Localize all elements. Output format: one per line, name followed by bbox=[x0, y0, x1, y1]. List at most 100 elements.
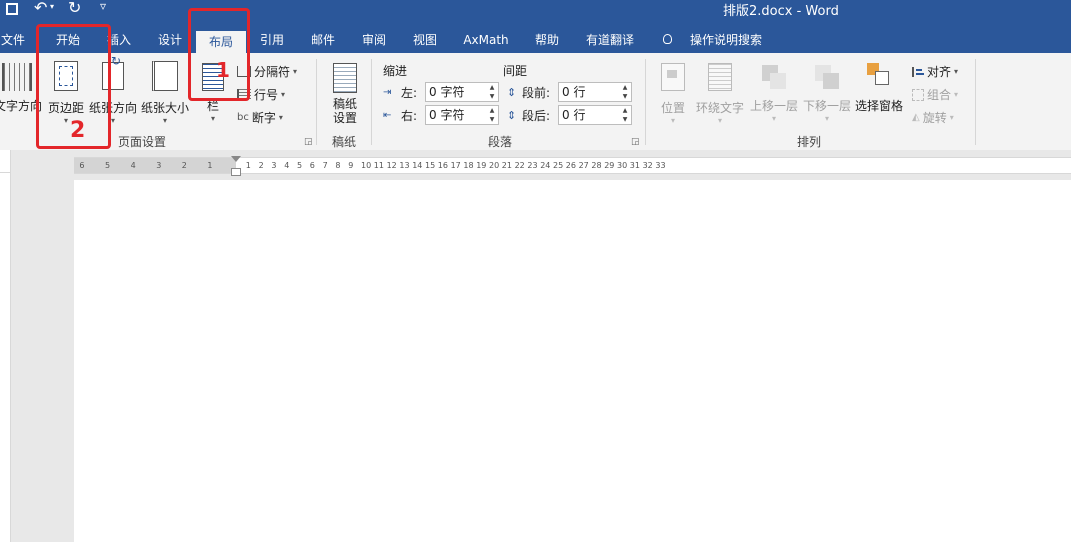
spacing-header: 间距 bbox=[503, 64, 528, 78]
group-separator bbox=[645, 59, 646, 145]
save-icon[interactable] bbox=[6, 3, 18, 15]
indent-right-spinner[interactable]: ▲ ▼ bbox=[487, 106, 497, 124]
wrap-text-button[interactable]: 环绕文字 ▾ bbox=[695, 55, 745, 125]
ruler-tick-label: 11 bbox=[373, 161, 384, 170]
ruler-tick-label: 15 bbox=[425, 161, 436, 170]
text-direction-button[interactable]: 文字方向 bbox=[0, 55, 43, 114]
document-canvas bbox=[0, 150, 1071, 542]
indent-left-input[interactable]: 0 字符 ▲ ▼ bbox=[425, 82, 499, 102]
size-button[interactable]: 纸张大小 ▾ bbox=[139, 55, 191, 125]
align-icon bbox=[912, 66, 924, 77]
indent-right-label: 右: bbox=[401, 109, 418, 123]
ruler-tick-label: 12 bbox=[386, 161, 397, 170]
ribbon-layout: 文字方向 页边距 ▾ ↻ 纸张方向 ▾ 纸张大小 ▾ 栏 ▾ 分隔符 ▾ 行号 … bbox=[0, 53, 1071, 151]
paragraph-launcher-icon[interactable]: ◲ bbox=[631, 137, 640, 147]
size-label: 纸张大小 bbox=[140, 101, 189, 115]
indent-left-spinner[interactable]: ▲ ▼ bbox=[487, 83, 497, 101]
hanging-indent-icon[interactable] bbox=[231, 168, 241, 176]
manuscript-label-line1: 稿纸 bbox=[332, 97, 357, 111]
indent-left-icon: ⇥ bbox=[383, 87, 392, 98]
columns-dropdown-icon: ▾ bbox=[210, 114, 215, 123]
ruler-tick-label: 5 bbox=[297, 161, 303, 170]
arrange-group-label: 排列 bbox=[797, 135, 822, 149]
breaks-dropdown-icon: ▾ bbox=[293, 67, 298, 76]
ruler-tick-label: 1 bbox=[245, 161, 251, 170]
spacing-after-spinner[interactable]: ▲ ▼ bbox=[620, 106, 630, 124]
indent-right-input[interactable]: 0 字符 ▲ ▼ bbox=[425, 105, 499, 125]
ruler-tick-label: 10 bbox=[361, 161, 372, 170]
hyphenation-button[interactable]: bc 断字 ▾ bbox=[237, 109, 283, 126]
indent-marker-icon[interactable] bbox=[231, 156, 241, 162]
hyphenation-label: 断字 bbox=[251, 111, 276, 125]
indent-left-value: 0 字符 bbox=[429, 85, 465, 99]
send-backward-button[interactable]: 下移一层 ▾ bbox=[801, 55, 853, 123]
horizontal-ruler[interactable]: 6 5 4 3 2 1 1 3 5 7 9 11 13 15 17 19 21 23 25 27 29 31 33 2 4 6 8 1… bbox=[74, 156, 1071, 176]
ruler-tick-label: 30 bbox=[617, 161, 628, 170]
ruler-tick-label: 6 bbox=[309, 161, 315, 170]
tab-view[interactable]: 视图 bbox=[405, 28, 445, 53]
ruler-tick-label: 7 bbox=[322, 161, 328, 170]
spacing-before-input[interactable]: 0 行 ▲ ▼ bbox=[558, 82, 632, 102]
selection-pane-button[interactable]: 选择窗格 bbox=[853, 55, 905, 114]
vertical-ruler bbox=[0, 172, 11, 542]
spacing-before-spinner[interactable]: ▲ ▼ bbox=[620, 83, 630, 101]
customize-qat-icon[interactable]: ▿ bbox=[100, 0, 106, 13]
indent-right-icon: ⇤ bbox=[383, 110, 392, 121]
tab-review[interactable]: 审阅 bbox=[354, 28, 394, 53]
page-setup-launcher-icon[interactable]: ◲ bbox=[304, 137, 313, 147]
indent-right-value: 0 字符 bbox=[429, 108, 465, 122]
tab-mailings[interactable]: 邮件 bbox=[303, 28, 343, 53]
ruler-tick-label: 4 bbox=[130, 161, 136, 170]
tab-axmath[interactable]: AxMath bbox=[458, 28, 514, 53]
annotation-number-1: 1 bbox=[216, 58, 230, 82]
ruler-tick-label: 18 bbox=[463, 161, 474, 170]
ruler-tick-label: 26 bbox=[565, 161, 576, 170]
bring-forward-button[interactable]: 上移一层 ▾ bbox=[748, 55, 800, 123]
align-button[interactable]: 对齐 ▾ bbox=[912, 63, 958, 80]
ruler-tick-label: 2 bbox=[181, 161, 187, 170]
tell-me-search[interactable]: 操作说明搜索 bbox=[684, 28, 768, 53]
manuscript-group-label: 稿纸 bbox=[332, 135, 357, 149]
send-backward-label: 下移一层 bbox=[802, 99, 851, 113]
bring-forward-label: 上移一层 bbox=[749, 99, 798, 113]
tab-file[interactable]: 文件 bbox=[0, 28, 26, 53]
tab-help[interactable]: 帮助 bbox=[527, 28, 567, 53]
tab-youdao[interactable]: 有道翻译 bbox=[580, 28, 640, 53]
manuscript-label-line2: 设置 bbox=[332, 111, 357, 125]
tab-design[interactable]: 设计 bbox=[150, 28, 190, 53]
wrap-text-dropdown-icon: ▾ bbox=[717, 116, 722, 125]
ruler-tick-label: 5 bbox=[105, 161, 111, 170]
spacing-before-icon: ⇕ bbox=[507, 86, 517, 99]
text-direction-label: 文字方向 bbox=[0, 99, 43, 113]
group-separator bbox=[371, 59, 372, 145]
ruler-tick-label: 22 bbox=[514, 161, 525, 170]
ruler-tick-label: 9 bbox=[348, 161, 354, 170]
ruler-tick-label: 24 bbox=[540, 161, 551, 170]
position-label: 位置 bbox=[660, 101, 685, 115]
bring-forward-dropdown-icon: ▾ bbox=[771, 114, 776, 123]
ruler-tick-label: 29 bbox=[604, 161, 615, 170]
wrap-text-label: 环绕文字 bbox=[695, 101, 744, 115]
manuscript-icon bbox=[333, 63, 357, 93]
page-setup-group-label: 页面设置 bbox=[118, 135, 167, 149]
selection-pane-label: 选择窗格 bbox=[854, 99, 903, 113]
spacing-after-input[interactable]: 0 行 ▲ ▼ bbox=[558, 105, 632, 125]
manuscript-settings-button[interactable]: 稿纸 设置 bbox=[326, 55, 364, 125]
rotate-label: 旋转 bbox=[922, 111, 947, 125]
title-bar: ↶ ▾ ↻ ▿ 排版2.docx - Word bbox=[0, 0, 1071, 28]
ribbon-tabs: 文件 开始 插入 设计 布局 引用 邮件 审阅 视图 AxMath 帮助 有道翻… bbox=[0, 28, 1071, 53]
line-numbers-label: 行号 bbox=[254, 88, 279, 102]
align-label: 对齐 bbox=[927, 65, 952, 79]
rotate-button[interactable]: ◭ 旋转 ▾ bbox=[912, 109, 954, 126]
undo-icon[interactable]: ↶ bbox=[34, 0, 47, 17]
indent-left-label: 左: bbox=[401, 86, 418, 100]
redo-icon[interactable]: ↻ bbox=[68, 0, 81, 17]
annotation-box-layout-tab bbox=[188, 8, 250, 101]
tab-references[interactable]: 引用 bbox=[252, 28, 292, 53]
group-button[interactable]: 组合 ▾ bbox=[912, 86, 958, 103]
position-button[interactable]: 位置 ▾ bbox=[655, 55, 691, 125]
undo-dropdown-icon[interactable]: ▾ bbox=[50, 2, 54, 11]
document-page[interactable] bbox=[74, 180, 1071, 542]
ruler-tick-label: 21 bbox=[501, 161, 512, 170]
hyphenation-dropdown-icon: ▾ bbox=[278, 113, 283, 122]
